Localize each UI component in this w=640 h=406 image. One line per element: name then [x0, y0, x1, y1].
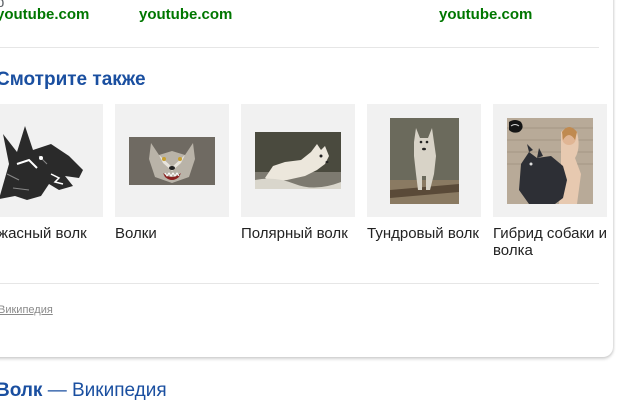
- arctic-wolf-photo: [255, 132, 341, 189]
- video-source-link-1[interactable]: youtube.com: [0, 6, 89, 23]
- wolf-snarling-photo: [129, 137, 215, 185]
- see-also-tile-1[interactable]: [0, 104, 103, 217]
- wolfdog-hybrid-photo: [507, 118, 593, 204]
- see-also-tile-5[interactable]: [493, 104, 607, 217]
- wikipedia-source-link[interactable]: Википедия: [0, 304, 53, 316]
- divider: [0, 47, 599, 48]
- video-source-link-2[interactable]: youtube.com: [139, 6, 232, 23]
- see-also-caption-1[interactable]: Ужасный волк: [0, 225, 107, 242]
- see-also-tile-2[interactable]: [115, 104, 229, 217]
- result-title-bold: Волк: [0, 380, 43, 401]
- see-also-caption-5[interactable]: Гибрид собаки и волка: [493, 225, 611, 259]
- video-source-link-3[interactable]: youtube.com: [439, 6, 532, 23]
- see-also-title: Смотрите также: [0, 69, 146, 90]
- see-also-tile-4[interactable]: [367, 104, 481, 217]
- wolf-drawing-image: [0, 104, 103, 217]
- next-result-title-link[interactable]: Волк — Википедия: [0, 380, 167, 402]
- tundra-wolf-photo: [390, 118, 459, 204]
- see-also-tile-3[interactable]: [241, 104, 355, 217]
- see-also-caption-3[interactable]: Полярный волк: [241, 225, 359, 242]
- see-also-caption-4[interactable]: Тундровый волк: [367, 225, 485, 242]
- divider: [0, 283, 599, 284]
- result-title-rest: — Википедия: [42, 380, 167, 401]
- see-also-caption-2[interactable]: Волки: [115, 225, 233, 242]
